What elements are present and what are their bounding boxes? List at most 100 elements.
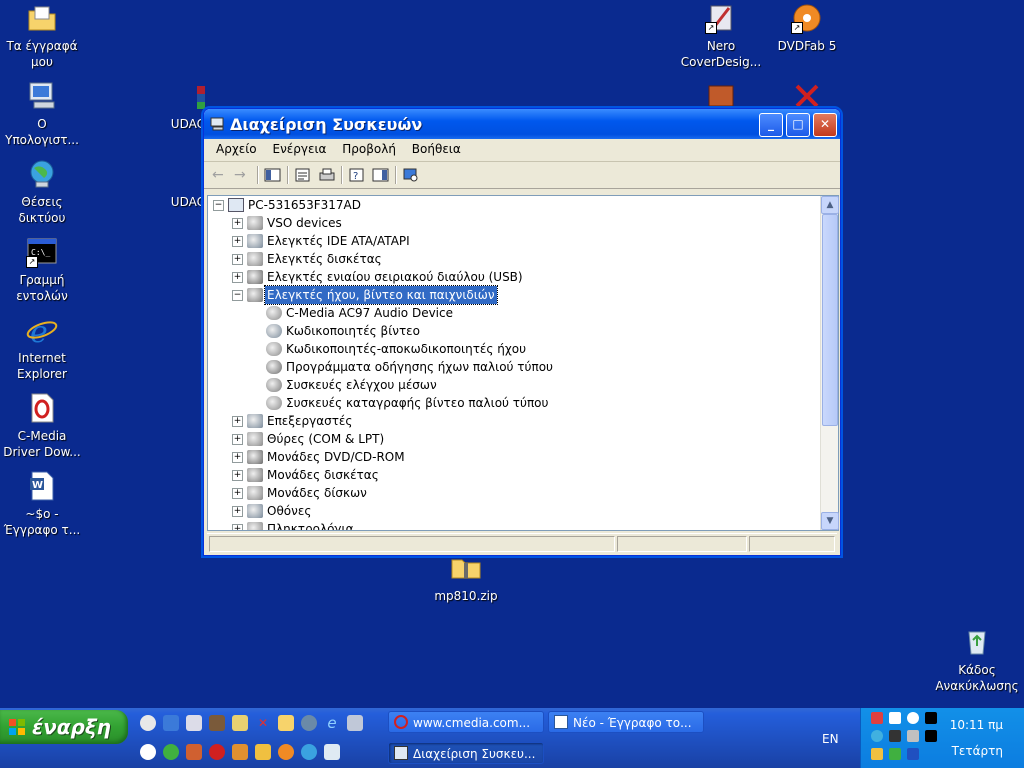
tray-security-icon[interactable] (871, 748, 883, 760)
desktop-icon-word-document[interactable]: W ~$ο - Έγγραφο τ... (0, 470, 84, 538)
device-category[interactable]: + Ελεγκτές IDE ATA/ATAPI (208, 232, 808, 250)
menu-file[interactable]: Αρχείο (210, 139, 263, 159)
minimize-button[interactable]: _ (759, 113, 783, 137)
desktop-icon-udac-2[interactable]: UDAC (155, 158, 205, 210)
tray-download-icon[interactable] (907, 712, 919, 724)
tray-update-icon[interactable] (889, 748, 901, 760)
expand-toggle[interactable]: + (232, 272, 243, 283)
device-category[interactable]: + VSO devices (208, 214, 808, 232)
print-icon[interactable] (318, 167, 336, 183)
close-x-icon[interactable]: ✕ (255, 715, 271, 731)
desktop-icon-my-documents[interactable]: Τα έγγραφά μου (0, 2, 84, 70)
device-category[interactable]: + Μονάδες δισκέτας (208, 466, 808, 484)
desktop-icon-recycle-bin[interactable]: Κάδος Ανακύκλωσης (935, 626, 1019, 694)
window-titlebar[interactable]: Διαχείριση Συσκευών _ □ ✕ (204, 109, 840, 139)
forward-arrow-icon[interactable]: → (234, 167, 252, 183)
device-category[interactable]: + Ελεγκτές δισκέτας (208, 250, 808, 268)
device-tree[interactable]: − PC-531653F317AD + VSO devices + Ελεγκτές ID… (208, 196, 818, 530)
maximize-button[interactable]: □ (786, 113, 810, 137)
desktop-icon-cmedia-driver[interactable]: C-Media Driver Dow... (0, 392, 84, 460)
task-word-document[interactable]: Νέο - Έγγραφο το... (548, 711, 704, 733)
tray-xear3d-icon[interactable] (925, 730, 937, 742)
collapse-toggle[interactable]: − (232, 290, 243, 301)
vertical-scrollbar[interactable]: ▲ ▼ (820, 196, 839, 530)
action-pane-icon[interactable] (372, 167, 390, 183)
device-tree-panel[interactable]: − PC-531653F317AD + VSO devices + Ελεγκτές ID… (207, 195, 839, 531)
expand-toggle[interactable]: + (232, 254, 243, 265)
desktop-icon-command-prompt[interactable]: C:\_ ↗ Γραμμή εντολών (0, 236, 84, 304)
download-icon[interactable] (140, 744, 156, 760)
language-indicator[interactable]: EN (822, 732, 839, 746)
menu-help[interactable]: Βοήθεια (406, 139, 467, 159)
device-item[interactable]: Προγράμματα οδήγησης ήχων παλιού τύπου (208, 358, 808, 376)
desktop-icon-mp810-zip[interactable]: mp810.zip (424, 552, 508, 604)
scroll-thumb[interactable] (822, 214, 838, 426)
expand-toggle[interactable]: + (232, 218, 243, 229)
archive-icon[interactable] (209, 715, 225, 731)
opera-icon[interactable] (209, 744, 225, 760)
device-item[interactable]: Συσκευές καταγραφής βίντεο παλιού τύπου (208, 394, 808, 412)
desktop-icon-dvdfab[interactable]: ↗ DVDFab 5 (765, 2, 849, 54)
dvdfab-icon[interactable] (278, 744, 294, 760)
menu-view[interactable]: Προβολή (336, 139, 402, 159)
desktop-icon-my-computer[interactable]: Ο Υπολογιστ... (0, 80, 84, 148)
device-category[interactable]: + Θύρες (COM & LPT) (208, 430, 808, 448)
menu-action[interactable]: Ενέργεια (266, 139, 332, 159)
desktop-icon-partial-1[interactable] (679, 80, 763, 106)
folder-icon[interactable] (278, 715, 294, 731)
device-item[interactable]: C-Media AC97 Audio Device (208, 304, 808, 322)
media-player-icon[interactable] (140, 715, 156, 731)
device-category[interactable]: − Ελεγκτές ήχου, βίντεο και παιχνιδιών (208, 285, 808, 305)
expand-toggle[interactable]: + (232, 434, 243, 445)
expand-toggle[interactable]: + (232, 488, 243, 499)
internet-explorer-icon[interactable]: e (324, 715, 340, 731)
desktop-icon-internet-explorer[interactable]: e Internet Explorer (0, 314, 84, 382)
tray-network-icon[interactable] (889, 712, 901, 724)
expand-toggle[interactable]: + (232, 416, 243, 427)
back-arrow-icon[interactable]: ← (212, 167, 230, 183)
globe-icon[interactable] (301, 744, 317, 760)
device-item[interactable]: Κωδικοποιητές-αποκωδικοποιητές ήχου (208, 340, 808, 358)
editor-icon[interactable] (232, 715, 248, 731)
device-item[interactable]: Κωδικοποιητές βίντεο (208, 322, 808, 340)
device-category[interactable]: + Μονάδες δίσκων (208, 484, 808, 502)
tray-display-icon[interactable] (907, 748, 919, 760)
desktop-icon-network-places[interactable]: Θέσεις δικτύου (0, 158, 84, 226)
desktop-icon-partial-2[interactable] (765, 80, 849, 106)
device-category[interactable]: + Πληκτρολόγια (208, 520, 808, 530)
device-category[interactable]: + Ελεγκτές ενιαίου σειριακού διαύλου (USB… (208, 268, 808, 286)
tray-app-icon[interactable] (871, 712, 883, 724)
collapse-toggle[interactable]: − (213, 200, 224, 211)
tree-root[interactable]: − PC-531653F317AD (208, 196, 808, 214)
desktop-shortcut-icon[interactable] (163, 715, 179, 731)
mail-icon[interactable] (255, 744, 271, 760)
scan-hardware-icon[interactable] (402, 167, 420, 183)
help-icon[interactable]: ? (348, 167, 366, 183)
scroll-down-button[interactable]: ▼ (821, 512, 839, 530)
tray-printer-icon[interactable] (907, 730, 919, 742)
device-category[interactable]: + Μονάδες DVD/CD-ROM (208, 448, 808, 466)
tray-device-icon[interactable] (889, 730, 901, 742)
expand-toggle[interactable]: + (232, 452, 243, 463)
tray-speaker-icon[interactable] (871, 730, 883, 742)
expand-toggle[interactable]: + (232, 524, 243, 530)
device-manager-window[interactable]: Διαχείριση Συσκευών _ □ ✕ Αρχείο Ενέργει… (203, 108, 841, 556)
paw-icon[interactable] (232, 744, 248, 760)
device-item[interactable]: Συσκευές ελέγχου μέσων (208, 376, 808, 394)
tray-monitor-icon[interactable] (925, 712, 937, 724)
expand-toggle[interactable]: + (232, 236, 243, 247)
burner-icon[interactable] (186, 744, 202, 760)
recycle-icon[interactable] (324, 744, 340, 760)
messenger-icon[interactable] (163, 744, 179, 760)
device-category[interactable]: + Οθόνες (208, 502, 808, 520)
show-hide-tree-icon[interactable] (264, 167, 282, 183)
close-button[interactable]: ✕ (813, 113, 837, 137)
floppy-icon[interactable] (186, 715, 202, 731)
network-icon[interactable] (301, 715, 317, 731)
desktop-icon-nero-coverdesigner[interactable]: ↗ Nero CoverDesig... (679, 2, 763, 70)
task-opera-cmedia[interactable]: www.cmedia.com... (388, 711, 544, 733)
expand-toggle[interactable]: + (232, 470, 243, 481)
desktop-icon-udac-1[interactable]: UDAC (155, 80, 205, 132)
expand-toggle[interactable]: + (232, 506, 243, 517)
task-device-manager[interactable]: Διαχείριση Συσκευ... (388, 742, 544, 764)
